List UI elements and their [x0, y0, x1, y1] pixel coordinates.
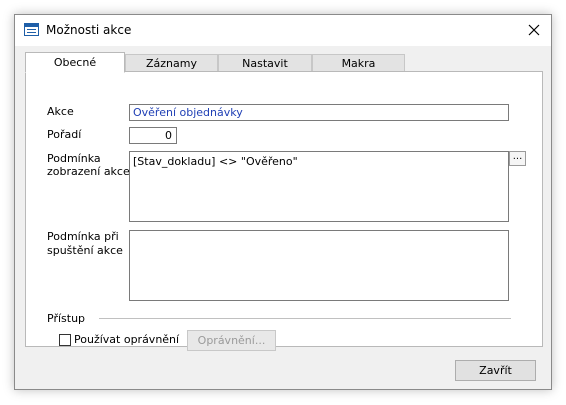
run-condition-input[interactable] [129, 230, 509, 301]
display-condition-label-line1: Podmínka [47, 152, 101, 165]
use-permissions-checkbox[interactable] [59, 334, 71, 346]
order-input[interactable]: 0 [129, 127, 177, 144]
use-permissions-label[interactable]: Používat oprávnění [74, 333, 179, 346]
access-group-label: Přístup [47, 312, 86, 325]
close-icon[interactable] [523, 19, 545, 41]
form-window-icon [24, 23, 39, 36]
tab-makra[interactable]: Makra [312, 54, 405, 72]
access-group-divider [99, 318, 511, 319]
display-condition-input[interactable]: [Stav_dokladu] <> "Ověřeno" [129, 151, 509, 222]
title-bar: Možnosti akce [15, 15, 551, 46]
run-condition-label-line1: Podmínka při [47, 230, 119, 243]
tab-obecne[interactable]: Obecné [25, 52, 125, 73]
order-label: Pořadí [47, 128, 82, 141]
action-options-dialog: Možnosti akce Obecné Záznamy Nastavit ho… [14, 14, 552, 390]
action-name-label: Akce [47, 105, 74, 118]
tab-zaznamy[interactable]: Záznamy [125, 54, 218, 72]
window-title: Možnosti akce [46, 23, 132, 37]
tab-nastavit-hodnoty[interactable]: Nastavit hodnoty [218, 54, 312, 87]
run-condition-label-line2: spuštění akce [47, 244, 123, 257]
display-condition-label-line2: zobrazení akce [47, 165, 130, 178]
permissions-button[interactable]: Oprávnění... [187, 330, 276, 351]
close-button[interactable]: Zavřít [455, 360, 536, 381]
expression-builder-button[interactable]: ... [509, 151, 526, 166]
general-tab-panel: Akce Ověření objednávky Pořadí 0 Podmínk… [25, 71, 543, 351]
action-name-input[interactable]: Ověření objednávky [129, 104, 509, 121]
